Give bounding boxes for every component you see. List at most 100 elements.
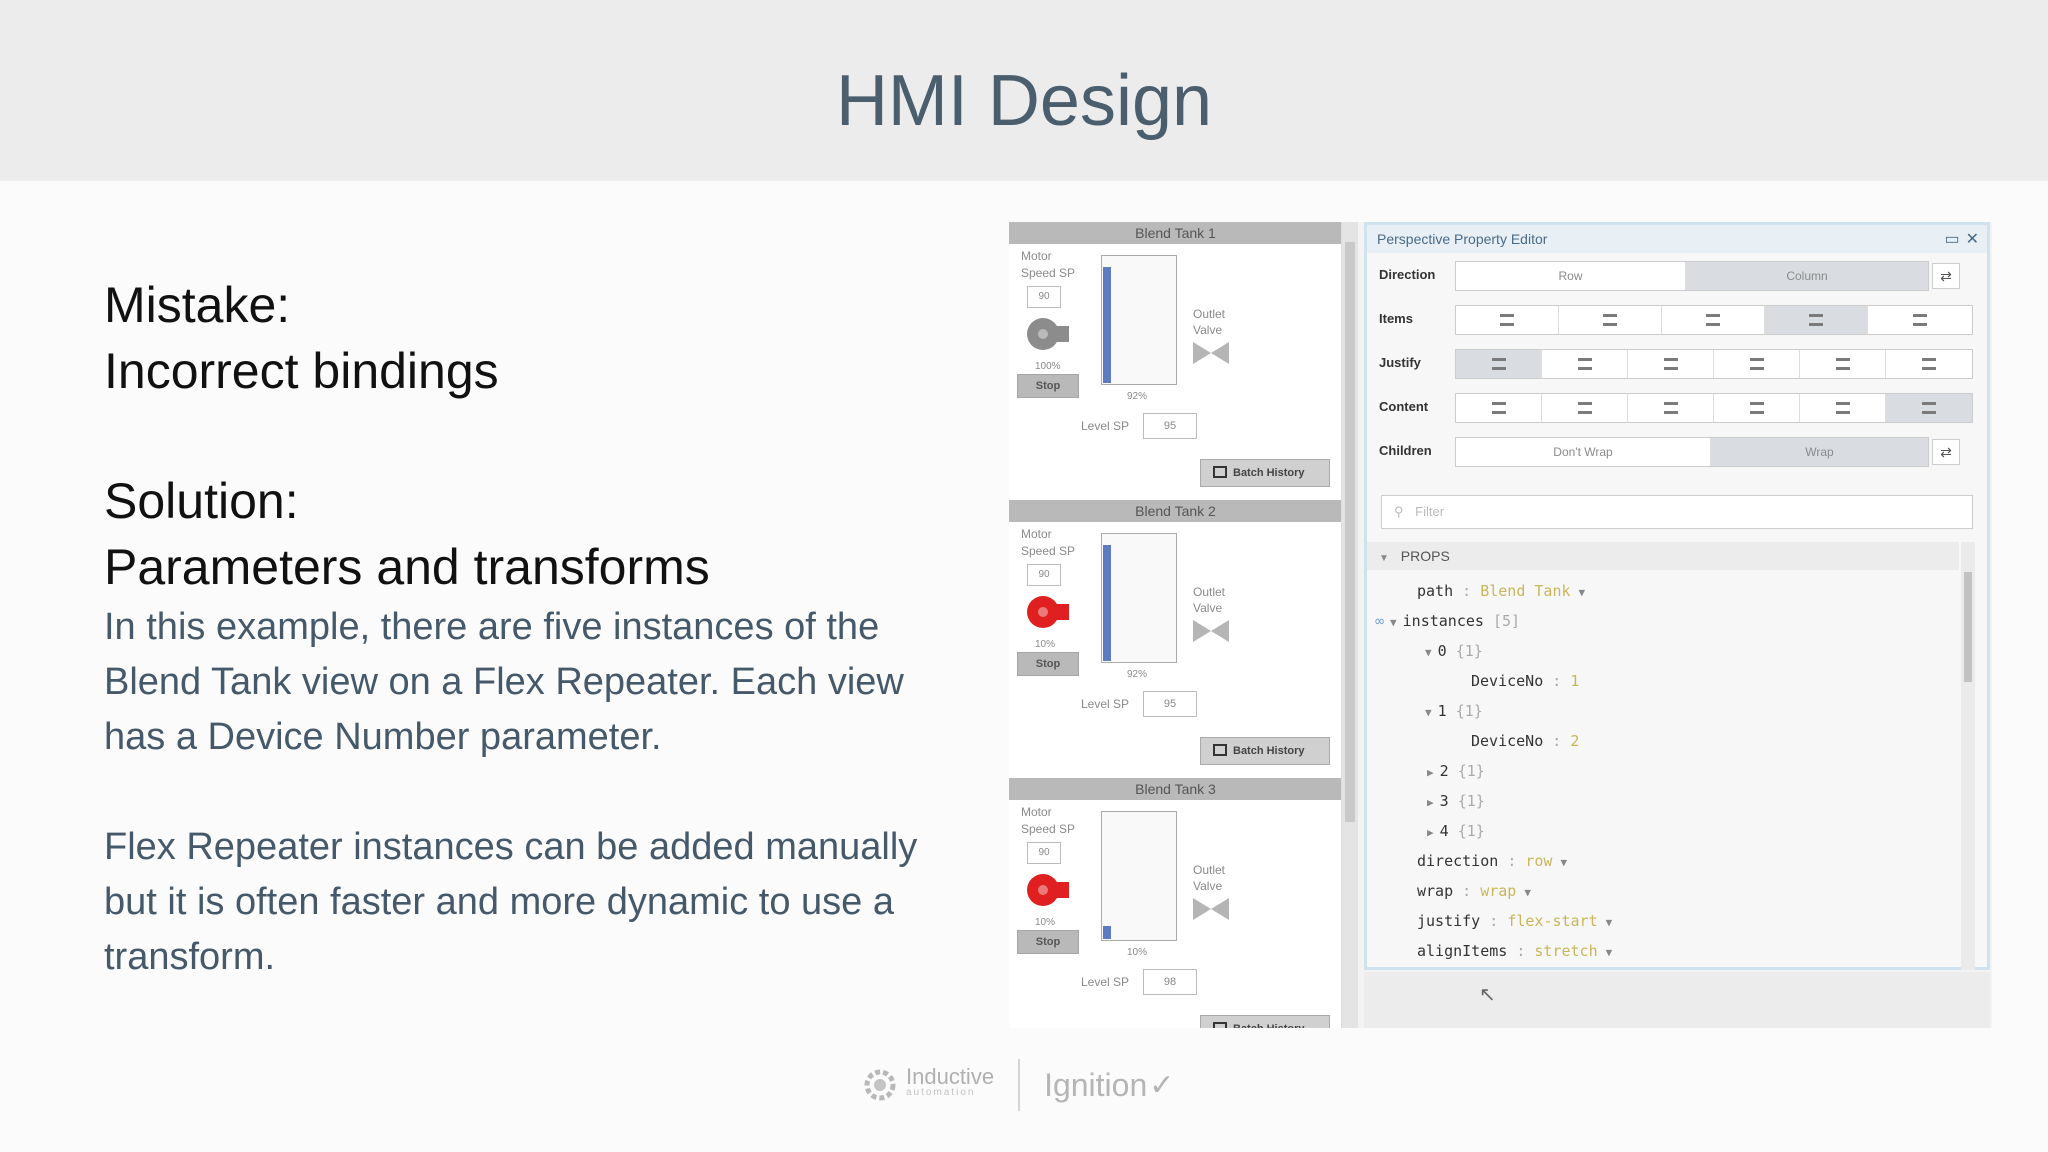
tree-row[interactable]: justify : flex-start ▼	[1417, 912, 1612, 930]
tree-row[interactable]: ▶ 2 {1}	[1427, 762, 1485, 780]
align-center-icon	[1603, 314, 1617, 326]
dropdown-icon: ▼	[1578, 586, 1586, 599]
content-center-option[interactable]	[1542, 394, 1628, 422]
blend-tank-instance: Blend Tank 2 Motor Speed SP 90 10% Stop 92% Out…	[1009, 500, 1341, 778]
tree-row[interactable]: wrap : wrap ▼	[1417, 882, 1531, 900]
tank-level-readout: 92%	[1127, 669, 1148, 680]
mouse-cursor-icon: ↖	[1479, 984, 1496, 1006]
justify-end-option[interactable]	[1628, 350, 1714, 378]
speed-sp-label: Speed SP	[1021, 266, 1076, 280]
stop-button[interactable]: Stop	[1017, 930, 1079, 954]
paragraph-2-line-1: Flex Repeater instances can be added man…	[104, 826, 918, 868]
items-baseline-option[interactable]	[1868, 306, 1972, 334]
batch-history-button[interactable]: Batch History	[1200, 459, 1330, 487]
tree-row[interactable]: direction : row ▼	[1417, 852, 1567, 870]
items-stretch-option[interactable]	[1765, 306, 1868, 334]
tree-row[interactable]: alignItems : stretch ▼	[1417, 942, 1612, 960]
tree-row[interactable]: ▶ 3 {1}	[1427, 792, 1485, 810]
content-toggle	[1455, 393, 1973, 423]
filter-placeholder: Filter	[1415, 504, 1445, 519]
children-row: Children Don't Wrap Wrap ⇄	[1367, 433, 1987, 469]
paragraph-2-line-3: transform.	[104, 936, 276, 978]
justify-evenly-option[interactable]	[1886, 350, 1972, 378]
content-start-option[interactable]	[1456, 394, 1542, 422]
tree-row[interactable]: ∞ ▼ instances [5]	[1375, 612, 1520, 630]
repeater-scrollbar[interactable]	[1342, 222, 1358, 1028]
close-icon[interactable]: ✕	[1966, 231, 1979, 248]
tree-row[interactable]: DeviceNo : 1	[1471, 672, 1579, 690]
search-icon: ⚲	[1394, 504, 1404, 519]
justify-evenly-icon	[1922, 358, 1936, 370]
outlet-label: Outlet	[1193, 863, 1226, 877]
speed-sp-input[interactable]: 90	[1027, 286, 1061, 308]
slide: HMI Design Mistake: Incorrect bindings S…	[0, 0, 2048, 1152]
paragraph-2-line-2: but it is often faster and more dynamic …	[104, 881, 894, 923]
dropdown-icon: ▼	[1560, 856, 1568, 869]
children-reverse-button[interactable]: ⇄	[1932, 439, 1960, 465]
direction-row: Direction Row Column ⇄	[1367, 257, 1987, 293]
filter-input[interactable]: ⚲ Filter	[1381, 495, 1973, 529]
tree-row[interactable]: path : Blend Tank ▼	[1417, 582, 1585, 600]
stop-button[interactable]: Stop	[1017, 652, 1079, 676]
items-end-option[interactable]	[1662, 306, 1765, 334]
mistake-heading: Mistake:	[104, 277, 291, 333]
children-nowrap-option[interactable]: Don't Wrap	[1456, 438, 1711, 466]
motor-speed-readout: 10%	[1035, 639, 1056, 650]
expand-icon: ▼	[1425, 646, 1432, 659]
tank-level-readout: 92%	[1127, 391, 1148, 402]
align-start-icon	[1500, 314, 1514, 326]
justify-start-icon	[1491, 358, 1506, 370]
direction-column-option[interactable]: Column	[1686, 262, 1928, 290]
justify-center-icon	[1577, 358, 1592, 370]
batch-history-button[interactable]: Batch History	[1200, 1015, 1330, 1028]
collapsed-icon: ▶	[1427, 826, 1434, 839]
level-sp-input[interactable]: 95	[1143, 691, 1197, 717]
items-center-option[interactable]	[1559, 306, 1662, 334]
content-stretch-option[interactable]	[1886, 394, 1972, 422]
motor-speed-readout: 10%	[1035, 917, 1056, 928]
items-start-option[interactable]	[1456, 306, 1559, 334]
children-label: Children	[1379, 443, 1432, 458]
valve-icon[interactable]	[1193, 620, 1229, 642]
content-around-option[interactable]	[1800, 394, 1886, 422]
level-sp-input[interactable]: 98	[1143, 969, 1197, 995]
motor-icon	[1027, 318, 1069, 350]
tree-row[interactable]: ▼ 1 {1}	[1425, 702, 1483, 720]
tree-row[interactable]: DeviceNo : 2	[1471, 732, 1579, 750]
motor-icon	[1027, 874, 1069, 906]
justify-center-option[interactable]	[1542, 350, 1628, 378]
props-section-header[interactable]: ▼ PROPS	[1367, 542, 1959, 570]
direction-reverse-button[interactable]: ⇄	[1932, 263, 1960, 289]
tree-row[interactable]: ▶ 4 {1}	[1427, 822, 1485, 840]
props-tree: path : Blend Tank ▼ ∞ ▼ instances [5] ▼ 0 {1…	[1367, 570, 1959, 966]
motor-speed-readout: 100%	[1035, 361, 1061, 372]
paragraph-1-line-1: In this example, there are five instance…	[104, 606, 880, 648]
justify-start-option[interactable]	[1456, 350, 1542, 378]
batch-history-button[interactable]: Batch History	[1200, 737, 1330, 765]
props-scrollbar[interactable]	[1961, 542, 1975, 970]
valve-label: Valve	[1193, 323, 1223, 337]
designer-screenshot: Blend Tank 1 Motor Speed SP 90 100% Stop 92% Ou…	[1009, 222, 1992, 1028]
speed-sp-input[interactable]: 90	[1027, 842, 1061, 864]
justify-around-icon	[1835, 358, 1850, 370]
expand-icon: ▼	[1390, 616, 1397, 629]
level-sp-input[interactable]: 95	[1143, 413, 1197, 439]
children-wrap-option[interactable]: Wrap	[1711, 438, 1928, 466]
content-center-icon	[1577, 402, 1592, 414]
justify-toggle	[1455, 349, 1973, 379]
tree-row[interactable]: ▼ 0 {1}	[1425, 642, 1483, 660]
maximize-icon[interactable]: ▭	[1944, 231, 1959, 248]
valve-icon[interactable]	[1193, 342, 1229, 364]
justify-around-option[interactable]	[1800, 350, 1886, 378]
content-between-option[interactable]	[1714, 394, 1800, 422]
items-label: Items	[1379, 311, 1413, 326]
speed-sp-input[interactable]: 90	[1027, 564, 1061, 586]
stop-button[interactable]: Stop	[1017, 374, 1079, 398]
valve-icon[interactable]	[1193, 898, 1229, 920]
items-toggle	[1455, 305, 1973, 335]
calendar-icon	[1213, 1022, 1227, 1028]
justify-between-option[interactable]	[1714, 350, 1800, 378]
direction-label: Direction	[1379, 267, 1436, 282]
content-end-option[interactable]	[1628, 394, 1714, 422]
direction-row-option[interactable]: Row	[1456, 262, 1686, 290]
